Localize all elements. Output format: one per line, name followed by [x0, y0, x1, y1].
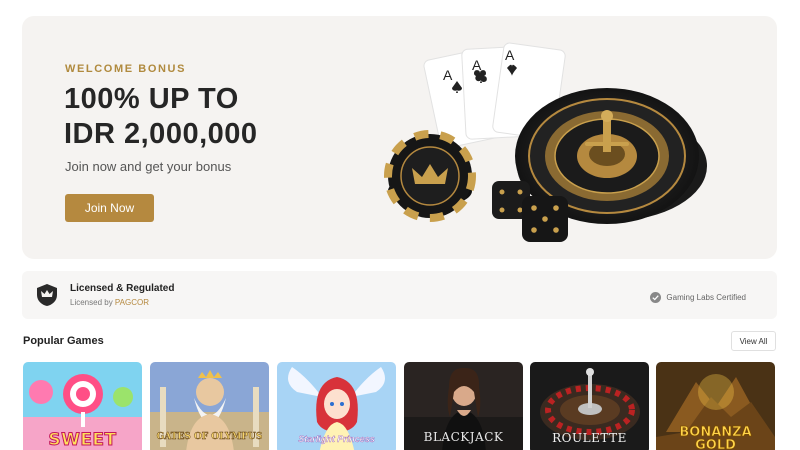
game-title: BONANZA GOLD [656, 426, 775, 450]
casino-illustration: A A A [384, 42, 707, 242]
certification-badge: Gaming Labs Certified [650, 292, 746, 303]
game-card-roulette[interactable]: ROULETTE [530, 362, 649, 450]
game-title: BLACKJACK [423, 430, 504, 444]
license-authority: PAGCOR [114, 298, 149, 307]
check-circle-icon [650, 292, 662, 303]
game-title: SWEET BONANZA [33, 430, 132, 450]
hero-eyebrow: WELCOME BONUS [65, 63, 187, 75]
poker-chip-icon [384, 130, 476, 222]
hero-subtitle: Join now and get your bonus [65, 159, 232, 174]
game-card-bonanza-gold[interactable]: BONANZA GOLD [656, 362, 775, 450]
certification-label: Gaming Labs Certified [666, 293, 746, 302]
join-now-button[interactable]: Join Now [65, 194, 154, 222]
license-prefix: Licensed by [70, 298, 115, 307]
game-title: ROULETTE [552, 431, 627, 445]
view-all-button[interactable]: View All [731, 331, 776, 351]
hero-title: 100% UP TO IDR 2,000,000 [64, 82, 258, 152]
hero-title-line1: 100% UP TO [64, 83, 239, 115]
hero-title-line2: IDR 2,000,000 [64, 118, 258, 150]
license-subtitle: Licensed by PAGCOR [70, 298, 149, 307]
games-row: SWEET BONANZA GATES OF OLYMPUS Starlight… [23, 362, 777, 450]
game-title-line2: GOLD [695, 438, 736, 450]
game-card-blackjack[interactable]: BLACKJACK [404, 362, 523, 450]
license-strip: Licensed & Regulated Licensed by PAGCOR … [22, 271, 777, 319]
game-title: Starlight Princess [298, 434, 375, 444]
game-card-starlight-princess[interactable]: Starlight Princess [277, 362, 396, 450]
card-rank: A [443, 67, 453, 83]
shield-crown-icon [37, 284, 57, 306]
game-card-gates-of-olympus[interactable]: GATES OF OLYMPUS [150, 362, 269, 450]
section-title-popular-games: Popular Games [23, 335, 104, 347]
license-title: Licensed & Regulated [70, 283, 175, 294]
card-rank: A [505, 47, 515, 63]
hero-banner: WELCOME BONUS 100% UP TO IDR 2,000,000 J… [22, 16, 777, 259]
game-title: GATES OF OLYMPUS [156, 432, 263, 442]
game-card-sweet-bonanza[interactable]: SWEET BONANZA [23, 362, 142, 450]
